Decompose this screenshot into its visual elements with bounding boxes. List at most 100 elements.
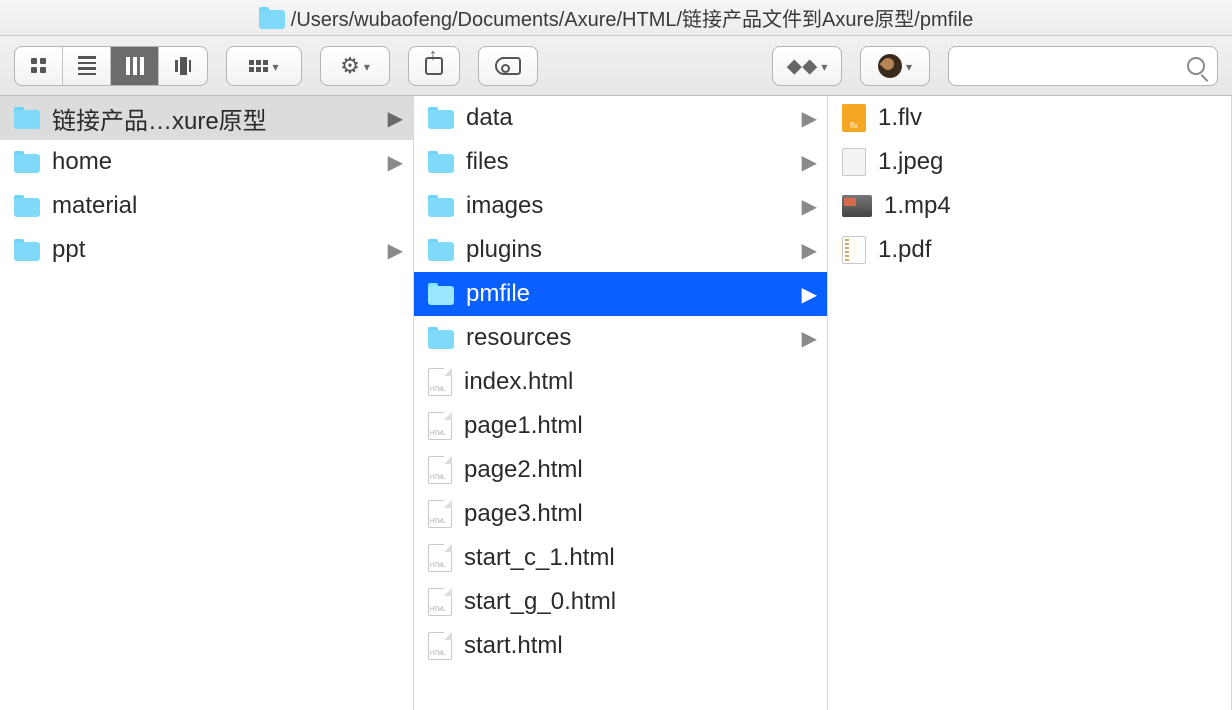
file-row[interactable]: start_c_1.html — [414, 536, 827, 580]
share-icon — [425, 57, 443, 75]
grid-icon — [249, 60, 268, 72]
file-row[interactable]: page1.html — [414, 404, 827, 448]
folder-icon — [14, 195, 40, 217]
folder-icon — [428, 283, 454, 305]
folder-row[interactable]: pmfile▶ — [414, 272, 827, 316]
file-row[interactable]: index.html — [414, 360, 827, 404]
item-label: 1.jpeg — [878, 148, 1221, 176]
file-row[interactable]: page3.html — [414, 492, 827, 536]
file-row[interactable]: page2.html — [414, 448, 827, 492]
folder-row[interactable]: images ▶ — [414, 184, 827, 228]
column-3[interactable]: flv 1.flv 1.jpeg 1.mp4 1.pdf — [828, 96, 1232, 710]
folder-icon — [14, 239, 40, 261]
folder-row[interactable]: home ▶ — [0, 140, 413, 184]
column-2[interactable]: data▶files▶images▶plugins▶pmfile▶resourc… — [414, 96, 828, 710]
file-row[interactable]: flv 1.flv — [828, 96, 1231, 140]
chevron-right-icon: ▶ — [388, 238, 403, 263]
icon-view-icon — [31, 58, 46, 73]
folder-icon — [428, 239, 454, 261]
dropbox-icon: ⬥⬥ — [787, 53, 818, 79]
column-browser: 链接产品…xure原型▶home▶materialppt▶ data▶files… — [0, 96, 1232, 710]
item-label: files — [466, 148, 790, 176]
folder-row[interactable]: files ▶ — [414, 140, 827, 184]
flv-file-icon: flv — [842, 104, 866, 132]
folder-row[interactable]: ppt ▶ — [0, 228, 413, 272]
icon-view-button[interactable] — [15, 47, 63, 85]
mp4-file-icon — [842, 195, 872, 217]
column-1[interactable]: 链接产品…xure原型 ▶ home ▶ material ppt ▶ — [0, 96, 414, 710]
file-row[interactable]: 1.mp4 — [828, 184, 1231, 228]
list-view-icon — [78, 56, 96, 75]
folder-row[interactable]: plugins▶ — [414, 228, 827, 272]
item-label: ppt — [52, 236, 376, 264]
folder-icon — [14, 107, 40, 129]
folder-icon — [14, 151, 40, 173]
item-label: material — [52, 192, 403, 220]
share-button[interactable] — [408, 46, 460, 86]
coverflow-view-icon — [175, 57, 191, 75]
item-label: 链接产品…xure原型 — [52, 101, 376, 136]
item-label: start_g_0.html — [464, 588, 817, 616]
coverflow-view-button[interactable] — [159, 47, 207, 85]
acorn-button[interactable]: ▾ — [860, 46, 930, 86]
item-label: resources — [466, 324, 790, 352]
folder-row[interactable]: 链接产品…xure原型 ▶ — [0, 96, 413, 140]
chevron-right-icon: ▶ — [388, 106, 403, 131]
folder-icon — [428, 195, 454, 217]
html-file-icon — [428, 368, 452, 396]
item-label: 1.mp4 — [884, 192, 1221, 220]
search-input[interactable] — [948, 46, 1218, 86]
jpeg-file-icon — [842, 148, 866, 176]
chevron-right-icon: ▶ — [802, 150, 817, 175]
html-file-icon — [428, 544, 452, 572]
folder-row[interactable]: data▶ — [414, 96, 827, 140]
search-icon — [1187, 57, 1205, 75]
chevron-right-icon: ▶ — [802, 326, 817, 351]
item-label: start.html — [464, 632, 817, 660]
item-label: page1.html — [464, 412, 817, 440]
folder-icon — [428, 327, 454, 349]
chevron-down-icon: ▾ — [821, 60, 827, 74]
chevron-right-icon: ▶ — [802, 238, 817, 263]
html-file-icon — [428, 412, 452, 440]
folder-row[interactable]: material — [0, 184, 413, 228]
html-file-icon — [428, 500, 452, 528]
chevron-down-icon: ▾ — [272, 60, 278, 74]
chevron-right-icon: ▶ — [802, 282, 817, 307]
item-label: images — [466, 192, 790, 220]
pdf-file-icon — [842, 236, 866, 264]
column-view-button[interactable] — [111, 47, 159, 85]
item-label: 1.flv — [878, 104, 1221, 132]
item-label: data — [466, 104, 790, 132]
view-mode-group — [14, 46, 208, 86]
folder-icon — [259, 7, 285, 29]
file-row[interactable]: 1.pdf — [828, 228, 1231, 272]
tags-button[interactable] — [478, 46, 538, 86]
item-label: 1.pdf — [878, 236, 1221, 264]
item-label: home — [52, 148, 376, 176]
window-title: /Users/wubaofeng/Documents/Axure/HTML/链接… — [291, 3, 973, 32]
file-row[interactable]: 1.jpeg — [828, 140, 1231, 184]
acorn-icon — [878, 54, 902, 78]
item-label: page2.html — [464, 456, 817, 484]
file-row[interactable]: start.html — [414, 624, 827, 668]
window-titlebar: /Users/wubaofeng/Documents/Axure/HTML/链接… — [0, 0, 1232, 36]
item-label: page3.html — [464, 500, 817, 528]
html-file-icon — [428, 456, 452, 484]
column-view-icon — [126, 57, 144, 75]
folder-row[interactable]: resources ▶ — [414, 316, 827, 360]
arrange-button[interactable]: ▾ — [226, 46, 302, 86]
folder-icon — [428, 151, 454, 173]
item-label: index.html — [464, 368, 817, 396]
list-view-button[interactable] — [63, 47, 111, 85]
dropbox-button[interactable]: ⬥⬥ ▾ — [772, 46, 842, 86]
chevron-down-icon: ▾ — [906, 60, 912, 74]
chevron-right-icon: ▶ — [802, 194, 817, 219]
item-label: start_c_1.html — [464, 544, 817, 572]
tag-icon — [495, 57, 521, 75]
html-file-icon — [428, 588, 452, 616]
action-button[interactable]: ⚙ ▾ — [320, 46, 390, 86]
chevron-right-icon: ▶ — [388, 150, 403, 175]
folder-icon — [428, 107, 454, 129]
file-row[interactable]: start_g_0.html — [414, 580, 827, 624]
